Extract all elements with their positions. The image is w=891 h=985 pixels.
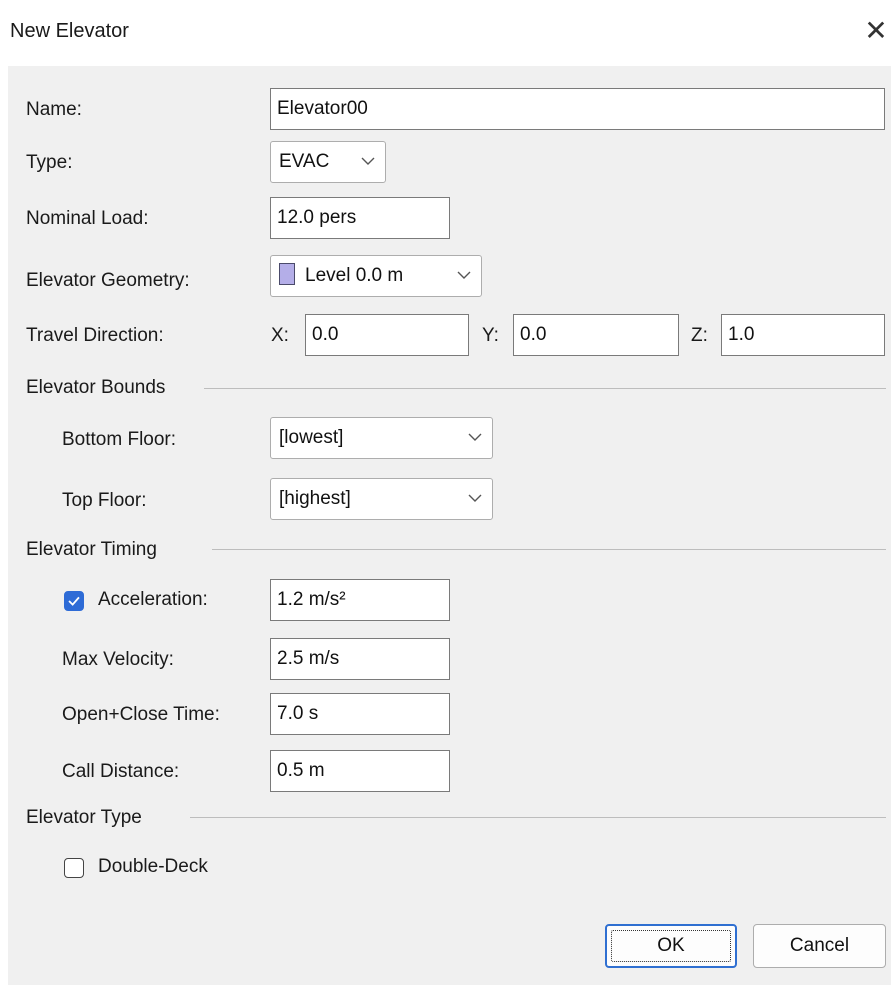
travel-direction-label: Travel Direction:: [26, 325, 164, 346]
ok-button[interactable]: OK: [605, 924, 737, 968]
close-icon[interactable]: ✕: [861, 14, 891, 48]
nominal-load-label: Nominal Load:: [26, 208, 149, 229]
chevron-down-icon: [361, 157, 375, 165]
open-close-time-input[interactable]: 7.0 s: [270, 693, 450, 735]
group-divider: [212, 549, 886, 550]
chevron-down-icon: [457, 271, 471, 279]
name-input[interactable]: Elevator00: [270, 88, 885, 130]
call-distance-input[interactable]: 0.5 m: [270, 750, 450, 792]
direction-z-label: Z:: [691, 325, 708, 346]
title-bar: New Elevator ✕: [8, 0, 891, 66]
top-floor-label: Top Floor:: [62, 490, 147, 511]
cancel-button[interactable]: Cancel: [753, 924, 886, 968]
elevator-bounds-heading: Elevator Bounds: [26, 377, 166, 398]
top-floor-value: [highest]: [279, 488, 351, 509]
elevator-timing-heading: Elevator Timing: [26, 539, 157, 560]
top-floor-select[interactable]: [highest]: [270, 478, 493, 520]
double-deck-checkbox[interactable]: [64, 858, 84, 878]
max-velocity-label: Max Velocity:: [62, 649, 174, 670]
geometry-color-swatch: [279, 263, 295, 286]
direction-z-input[interactable]: 1.0: [721, 314, 885, 356]
elevator-geometry-select[interactable]: Level 0.0 m: [270, 255, 482, 297]
name-label: Name:: [26, 99, 82, 120]
nominal-load-input[interactable]: 12.0 pers: [270, 197, 450, 239]
type-select-value: EVAC: [279, 151, 330, 172]
bottom-floor-label: Bottom Floor:: [62, 429, 177, 450]
chevron-down-icon: [468, 433, 482, 441]
focus-ring: [611, 930, 731, 962]
direction-x-label: X:: [271, 325, 289, 346]
acceleration-label[interactable]: Acceleration:: [98, 589, 208, 611]
bottom-floor-select[interactable]: [lowest]: [270, 417, 493, 459]
type-label: Type:: [26, 152, 73, 173]
elevator-type-heading: Elevator Type: [26, 807, 142, 828]
direction-y-input[interactable]: 0.0: [513, 314, 679, 356]
direction-x-input[interactable]: 0.0: [305, 314, 469, 356]
acceleration-input[interactable]: 1.2 m/s²: [270, 579, 450, 621]
acceleration-checkbox[interactable]: [64, 591, 84, 611]
call-distance-label: Call Distance:: [62, 761, 180, 782]
group-divider: [190, 817, 886, 818]
type-select[interactable]: EVAC: [270, 141, 386, 183]
direction-y-label: Y:: [482, 325, 499, 346]
double-deck-label[interactable]: Double-Deck: [98, 856, 208, 878]
bottom-floor-value: [lowest]: [279, 427, 344, 448]
max-velocity-input[interactable]: 2.5 m/s: [270, 638, 450, 680]
new-elevator-dialog: New Elevator ✕ Name: Elevator00 Type: EV…: [8, 0, 891, 985]
cancel-button-label: Cancel: [789, 935, 850, 956]
checkmark-icon: [68, 596, 80, 606]
chevron-down-icon: [468, 494, 482, 502]
elevator-geometry-value: Level 0.0 m: [305, 265, 404, 286]
elevator-geometry-label: Elevator Geometry:: [26, 270, 190, 291]
dialog-title: New Elevator: [10, 20, 129, 42]
open-close-time-label: Open+Close Time:: [62, 704, 220, 725]
group-divider: [204, 388, 886, 389]
